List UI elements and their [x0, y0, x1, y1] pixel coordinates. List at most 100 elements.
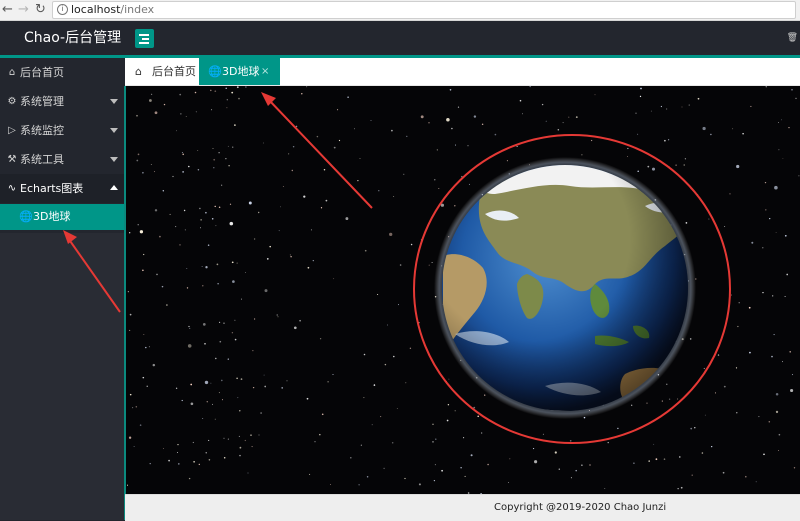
star: [232, 146, 234, 148]
star: [188, 477, 191, 480]
star: [428, 264, 430, 266]
star: [635, 112, 637, 114]
star: [153, 171, 156, 173]
star: [269, 245, 271, 248]
star: [277, 316, 279, 318]
sidebar-subitem-3d-globe[interactable]: 🌐 3D地球: [0, 204, 125, 230]
star: [193, 460, 195, 463]
sidebar-item-system-monitor[interactable]: ▷ 系统监控: [0, 116, 125, 145]
star: [507, 481, 510, 484]
star: [306, 86, 308, 88]
star: [264, 289, 268, 293]
info-icon[interactable]: i: [57, 4, 68, 15]
reload-icon[interactable]: ↻: [35, 2, 46, 18]
star: [791, 88, 793, 91]
star: [301, 93, 303, 95]
star: [310, 229, 312, 231]
sidebar-item-system-management[interactable]: ⚙ 系统管理: [0, 87, 125, 116]
menu-toggle-icon[interactable]: [135, 29, 154, 48]
star: [448, 378, 450, 380]
star: [234, 319, 236, 321]
star: [778, 122, 780, 123]
sidebar: ⌂ 后台首页 ⚙ 系统管理 ▷ 系统监控 ⚒ 系统工具 ∿ Echarts图表 …: [0, 58, 125, 520]
star: [295, 125, 298, 128]
star: [145, 346, 147, 349]
sidebar-item-label: 系统工具: [20, 153, 64, 166]
star: [212, 147, 214, 149]
star: [192, 441, 194, 444]
star: [253, 318, 256, 320]
star: [487, 463, 489, 466]
star: [175, 130, 177, 132]
star: [406, 135, 408, 138]
trash-icon[interactable]: 🗑: [787, 33, 798, 43]
url-field[interactable]: i localhost/index: [52, 1, 796, 19]
star: [213, 158, 216, 161]
star: [484, 394, 486, 396]
star: [190, 402, 194, 406]
sidebar-item-label: 后台首页: [20, 66, 64, 79]
star: [691, 474, 693, 476]
star: [438, 187, 440, 190]
star: [751, 241, 754, 244]
star: [646, 402, 648, 404]
close-icon[interactable]: ×: [261, 58, 269, 85]
forward-arrow-icon[interactable]: →: [18, 2, 29, 18]
star: [186, 287, 189, 289]
star: [252, 386, 255, 389]
star: [714, 392, 717, 394]
star: [221, 184, 223, 186]
star: [166, 304, 168, 306]
star: [139, 424, 142, 426]
star: [418, 483, 421, 486]
star: [772, 295, 774, 297]
star: [175, 387, 178, 389]
star: [359, 158, 361, 159]
sidebar-item-echarts[interactable]: ∿ Echarts图表: [0, 174, 125, 203]
star: [509, 458, 511, 460]
app-title: Chao-后台管理: [24, 30, 122, 46]
star: [182, 171, 184, 173]
tab-label: 3D地球: [222, 65, 260, 78]
star: [177, 443, 179, 446]
star: [710, 133, 712, 136]
back-arrow-icon[interactable]: ←: [2, 2, 13, 18]
star: [446, 419, 449, 422]
star: [215, 357, 217, 360]
star: [737, 325, 739, 328]
star: [765, 209, 767, 211]
star: [172, 175, 174, 178]
star: [722, 471, 725, 474]
sidebar-item-system-tools[interactable]: ⚒ 系统工具: [0, 145, 125, 174]
tab-3d-globe[interactable]: 🌐 3D地球 ×: [199, 58, 280, 85]
star: [454, 144, 457, 146]
star: [214, 90, 217, 93]
star: [262, 142, 264, 144]
tab-bar: ⌂ 后台首页 🌐 3D地球 ×: [125, 58, 800, 86]
star: [320, 207, 323, 209]
star: [386, 324, 389, 326]
star: [163, 447, 164, 449]
star: [137, 153, 140, 156]
globe-canvas[interactable]: [125, 86, 800, 494]
tab-home[interactable]: ⌂ 后台首页: [125, 58, 199, 85]
star: [199, 207, 201, 210]
star: [460, 467, 462, 469]
sidebar-item-home[interactable]: ⌂ 后台首页: [0, 58, 125, 87]
star: [782, 158, 784, 159]
star: [668, 398, 671, 400]
star: [778, 450, 779, 451]
star: [206, 401, 208, 403]
star: [338, 139, 341, 142]
star: [169, 213, 171, 215]
star: [278, 230, 280, 232]
star: [280, 206, 281, 208]
star: [227, 438, 229, 440]
star: [666, 108, 668, 110]
star: [729, 193, 731, 195]
star: [711, 445, 713, 448]
star: [679, 456, 681, 458]
star: [238, 97, 240, 100]
star: [575, 116, 578, 118]
monitor-icon: ▷: [8, 125, 16, 136]
